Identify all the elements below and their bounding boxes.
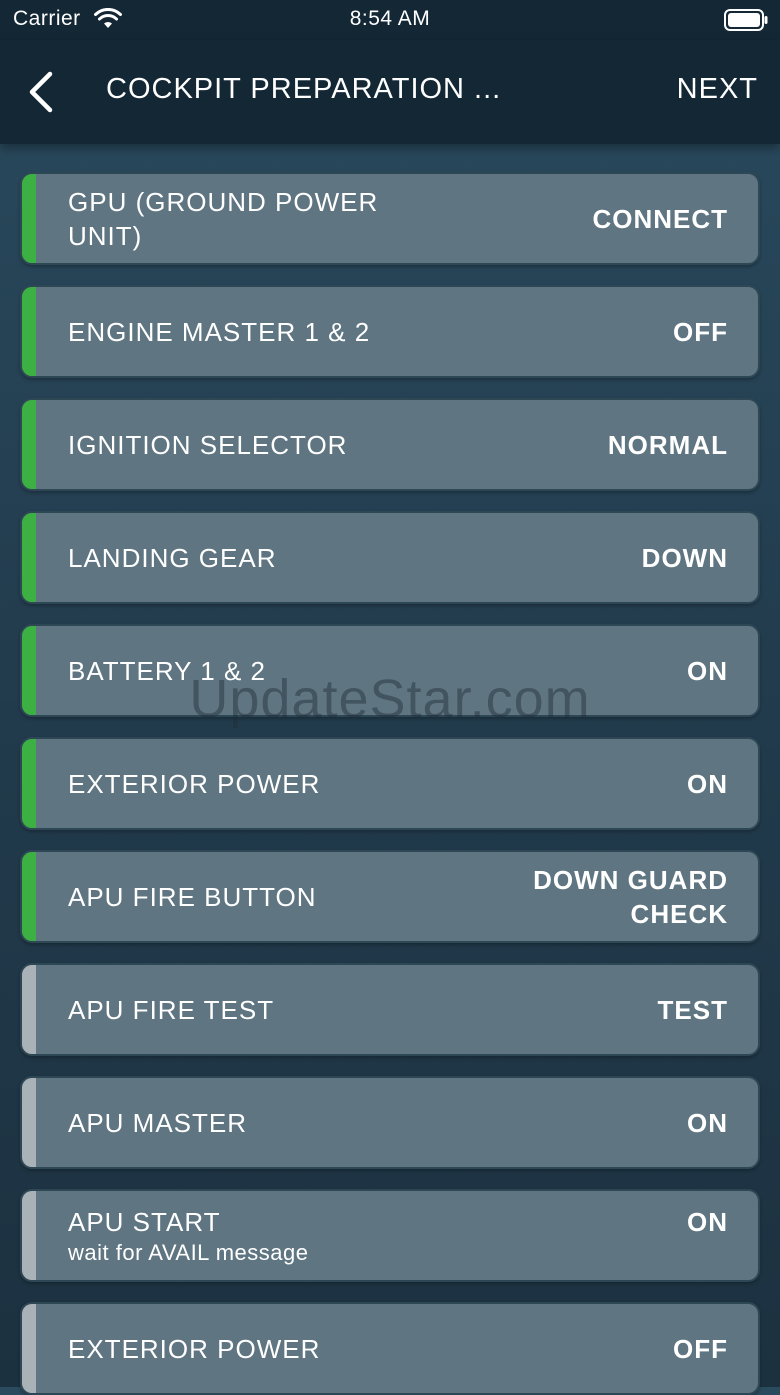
status-time: 8:54 AM [349,7,431,30]
item-label: BATTERY 1 & 2 [68,626,428,715]
item-value: ON [428,1078,728,1167]
page-title: COCKPIT PREPARATION ... [106,73,502,105]
item-label: EXTERIOR POWER [68,739,428,828]
item-value: TEST [428,965,728,1054]
item-label-text: GPU (GROUND POWER UNIT) [68,186,379,251]
item-value: OFF [428,287,728,376]
item-value-text: ON [687,1107,728,1138]
checklist-item[interactable]: IGNITION SELECTOR NORMAL [20,398,760,491]
item-label: IGNITION SELECTOR [68,400,428,489]
item-label-text: BATTERY 1 & 2 [68,655,266,686]
item-label: APU MASTER [68,1078,428,1167]
item-value-text: TEST [657,994,728,1025]
item-label-text: APU MASTER [68,1107,248,1138]
item-value-text: ON [687,768,728,799]
item-value-text: DOWN [641,542,728,573]
item-label-text: APU START [68,1206,221,1237]
item-label-text: EXTERIOR POWER [68,768,321,799]
status-indicator [22,852,36,941]
item-label-text: ENGINE MASTER 1 & 2 [68,316,371,347]
checklist-item[interactable]: APU START wait for AVAIL message ON [20,1189,760,1282]
item-label: APU START wait for AVAIL message [68,1191,428,1280]
item-value-text: DOWN GUARD CHECK [533,864,728,929]
item-label: LANDING GEAR [68,513,428,602]
checklist-item[interactable]: GPU (GROUND POWER UNIT) CONNECT [20,172,760,265]
item-value: ON [428,739,728,828]
item-value: DOWN GUARD CHECK [478,852,728,941]
status-indicator [22,1078,36,1167]
next-button[interactable]: NEXT [677,73,758,106]
status-indicator [22,739,36,828]
item-label: APU FIRE TEST [68,965,428,1054]
back-button[interactable] [20,66,66,116]
checklist-item[interactable]: ENGINE MASTER 1 & 2 OFF [20,285,760,378]
item-label: GPU (GROUND POWER UNIT) [68,174,428,263]
item-value: NORMAL [428,400,728,489]
item-label-text: APU FIRE BUTTON [68,881,317,912]
status-indicator [22,287,36,376]
item-value-text: NORMAL [607,429,728,460]
checklist-item[interactable]: APU FIRE BUTTON DOWN GUARD CHECK [20,850,760,943]
item-value: DOWN [428,513,728,602]
item-sublabel: wait for AVAIL message [68,1239,309,1265]
status-indicator [22,626,36,715]
checklist-item[interactable]: LANDING GEAR DOWN [20,511,760,604]
item-value-text: OFF [673,316,728,347]
item-value: ON [428,626,728,715]
item-value: OFF [428,1304,728,1393]
navigation-bar: COCKPIT PREPARATION ... NEXT [0,40,780,144]
item-value-text: ON [687,1207,728,1237]
status-bar: Carrier 8:54 AM [0,0,780,40]
chevron-left-icon [29,71,53,113]
item-label: EXTERIOR POWER [68,1304,428,1393]
status-indicator [22,1304,36,1393]
item-value-text: CONNECT [592,203,728,234]
checklist-item[interactable]: EXTERIOR POWER OFF [20,1302,760,1395]
item-label-text: EXTERIOR POWER [68,1333,321,1364]
checklist-item[interactable]: BATTERY 1 & 2 ON [20,624,760,717]
item-value: ON [428,1191,728,1280]
status-indicator [22,174,36,263]
checklist-item[interactable]: APU MASTER ON [20,1076,760,1169]
item-label: APU FIRE BUTTON [68,852,428,941]
item-value-text: ON [687,655,728,686]
status-indicator [22,1191,36,1280]
item-label-text: APU FIRE TEST [68,994,275,1025]
status-indicator [22,513,36,602]
item-label-text: LANDING GEAR [68,542,277,573]
item-value-text: OFF [673,1333,728,1364]
battery-icon [724,9,768,31]
item-label-text: IGNITION SELECTOR [68,429,348,460]
checklist-item[interactable]: EXTERIOR POWER ON [20,737,760,830]
item-value: CONNECT [428,174,728,263]
status-indicator [22,400,36,489]
status-indicator [22,965,36,1054]
checklist-item[interactable]: APU FIRE TEST TEST [20,963,760,1056]
item-label: ENGINE MASTER 1 & 2 [68,287,428,376]
